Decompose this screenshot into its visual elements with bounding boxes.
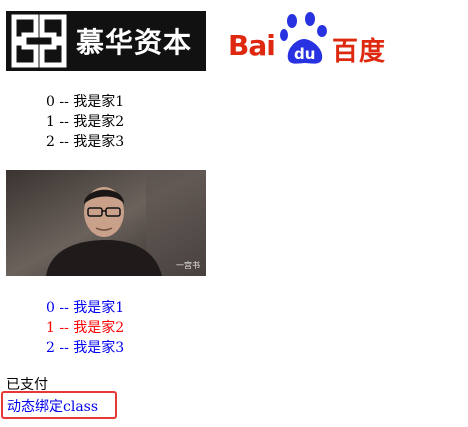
static-list: 0 -- 我是家1 1 -- 我是家2 2 -- 我是家3 bbox=[46, 92, 124, 152]
photo-watermark: 一宫书 bbox=[176, 261, 200, 270]
baidu-logo: Bai du 百度 bbox=[228, 11, 388, 71]
logo-row: 慕华资本 Bai du 百度 bbox=[6, 10, 388, 72]
portrait-photo: 一宫书 bbox=[6, 170, 206, 276]
baidu-logo-bai: Bai bbox=[228, 29, 276, 62]
imooc-logo: 慕华资本 bbox=[6, 11, 206, 71]
dynamic-class-box: 动态绑定class bbox=[1, 391, 117, 419]
baidu-logo-chinese: 百度 bbox=[332, 37, 387, 67]
list-item: 0 -- 我是家1 bbox=[46, 94, 125, 110]
colored-list: 0 -- 我是家1 1 -- 我是家2 2 -- 我是家3 bbox=[46, 298, 124, 358]
list-item: 2 -- 我是家3 bbox=[46, 134, 125, 150]
imooc-logo-text: 慕华资本 bbox=[76, 26, 193, 59]
baidu-logo-du: du bbox=[294, 45, 316, 63]
imooc-mark-icon bbox=[11, 14, 67, 68]
list-item: 2 -- 我是家3 bbox=[46, 340, 125, 356]
dynamic-class-text: 动态绑定class bbox=[7, 399, 99, 415]
list-item-active: 1 -- 我是家2 bbox=[46, 320, 125, 336]
list-item: 1 -- 我是家2 bbox=[46, 114, 125, 130]
list-item: 0 -- 我是家1 bbox=[46, 300, 125, 316]
